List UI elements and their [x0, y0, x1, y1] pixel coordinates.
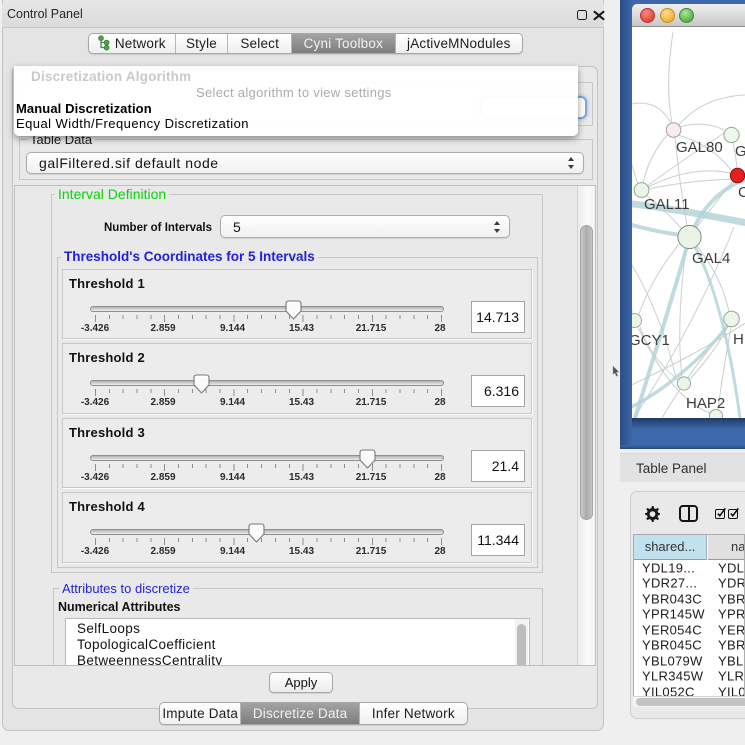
svg-text:GAL80: GAL80	[676, 139, 723, 156]
svg-text:H: H	[733, 331, 744, 348]
svg-text:GAL4: GAL4	[692, 250, 730, 267]
svg-text:HAP2: HAP2	[686, 395, 725, 412]
svg-text:C: C	[738, 184, 745, 201]
svg-text:GA: GA	[735, 143, 745, 160]
svg-text:GCY1: GCY1	[632, 332, 670, 349]
svg-text:GAL11: GAL11	[644, 196, 690, 213]
